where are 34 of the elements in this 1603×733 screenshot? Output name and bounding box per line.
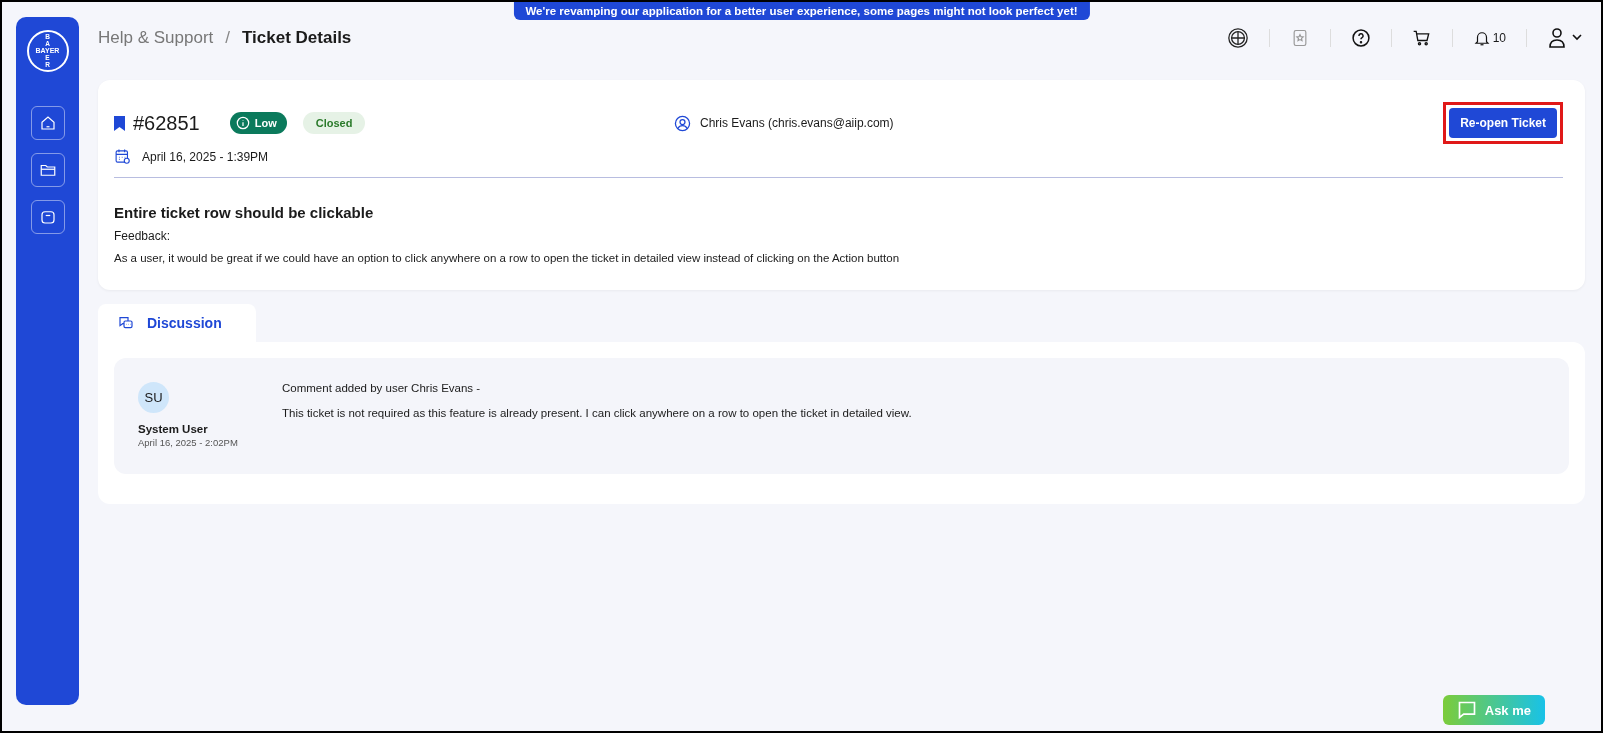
ticket-title: Entire ticket row should be clickable <box>114 204 375 221</box>
user-icon <box>674 114 691 132</box>
ticket-date: April 16, 2025 - 1:39PM <box>142 149 269 164</box>
priority-badge: Low <box>229 112 287 134</box>
cart-icon[interactable] <box>1411 28 1432 48</box>
globe-icon[interactable] <box>1226 27 1249 49</box>
announcement-banner: We're revamping our application for a better user experience, some pages might not look perfect yet! <box>513 2 1090 20</box>
folder-nav-button[interactable] <box>30 153 65 187</box>
comment-author: System User <box>138 423 209 435</box>
help-icon[interactable] <box>1350 28 1371 48</box>
comment-time: April 16, 2025 - 2:02PM <box>138 437 239 448</box>
comment-heading: Comment added by user Chris Evans - <box>282 382 482 394</box>
ticket-user: Chris Evans (chris.evans@aiip.com) <box>700 116 894 130</box>
notification-count: 10 <box>1492 31 1506 45</box>
chat-icon <box>1456 700 1477 720</box>
info-icon <box>235 116 250 130</box>
user-menu-icon[interactable] <box>1547 27 1585 49</box>
reopen-ticket-button[interactable]: Re-open Ticket <box>1449 108 1557 138</box>
breadcrumb-separator: / <box>225 28 231 48</box>
bag-nav-button[interactable] <box>30 200 65 234</box>
avatar: SU <box>138 382 169 413</box>
bookmark-icon <box>114 115 125 131</box>
comment-body: This ticket is not required as this feature is already present. I can click anywhere on a row to open the ticket in detailed view. <box>282 407 912 419</box>
chat-bubbles-icon <box>118 315 134 331</box>
ticket-number: #62851 <box>133 111 200 135</box>
ticket-description: As a user, it would be great if we could have an option to click anywhere on a row to open the ticket in detailed view instead of clicking on the Action button <box>114 252 901 264</box>
feedback-label: Feedback: <box>114 229 172 243</box>
home-icon <box>38 114 57 132</box>
home-nav-button[interactable] <box>30 106 65 140</box>
discussion-tab[interactable]: Discussion <box>98 304 256 342</box>
calendar-icon <box>114 148 131 165</box>
status-badge: Closed <box>302 112 366 134</box>
breadcrumb-link[interactable]: Ticket Details <box>242 28 352 48</box>
breadcrumb-link[interactable]: Help & Support <box>98 28 214 48</box>
